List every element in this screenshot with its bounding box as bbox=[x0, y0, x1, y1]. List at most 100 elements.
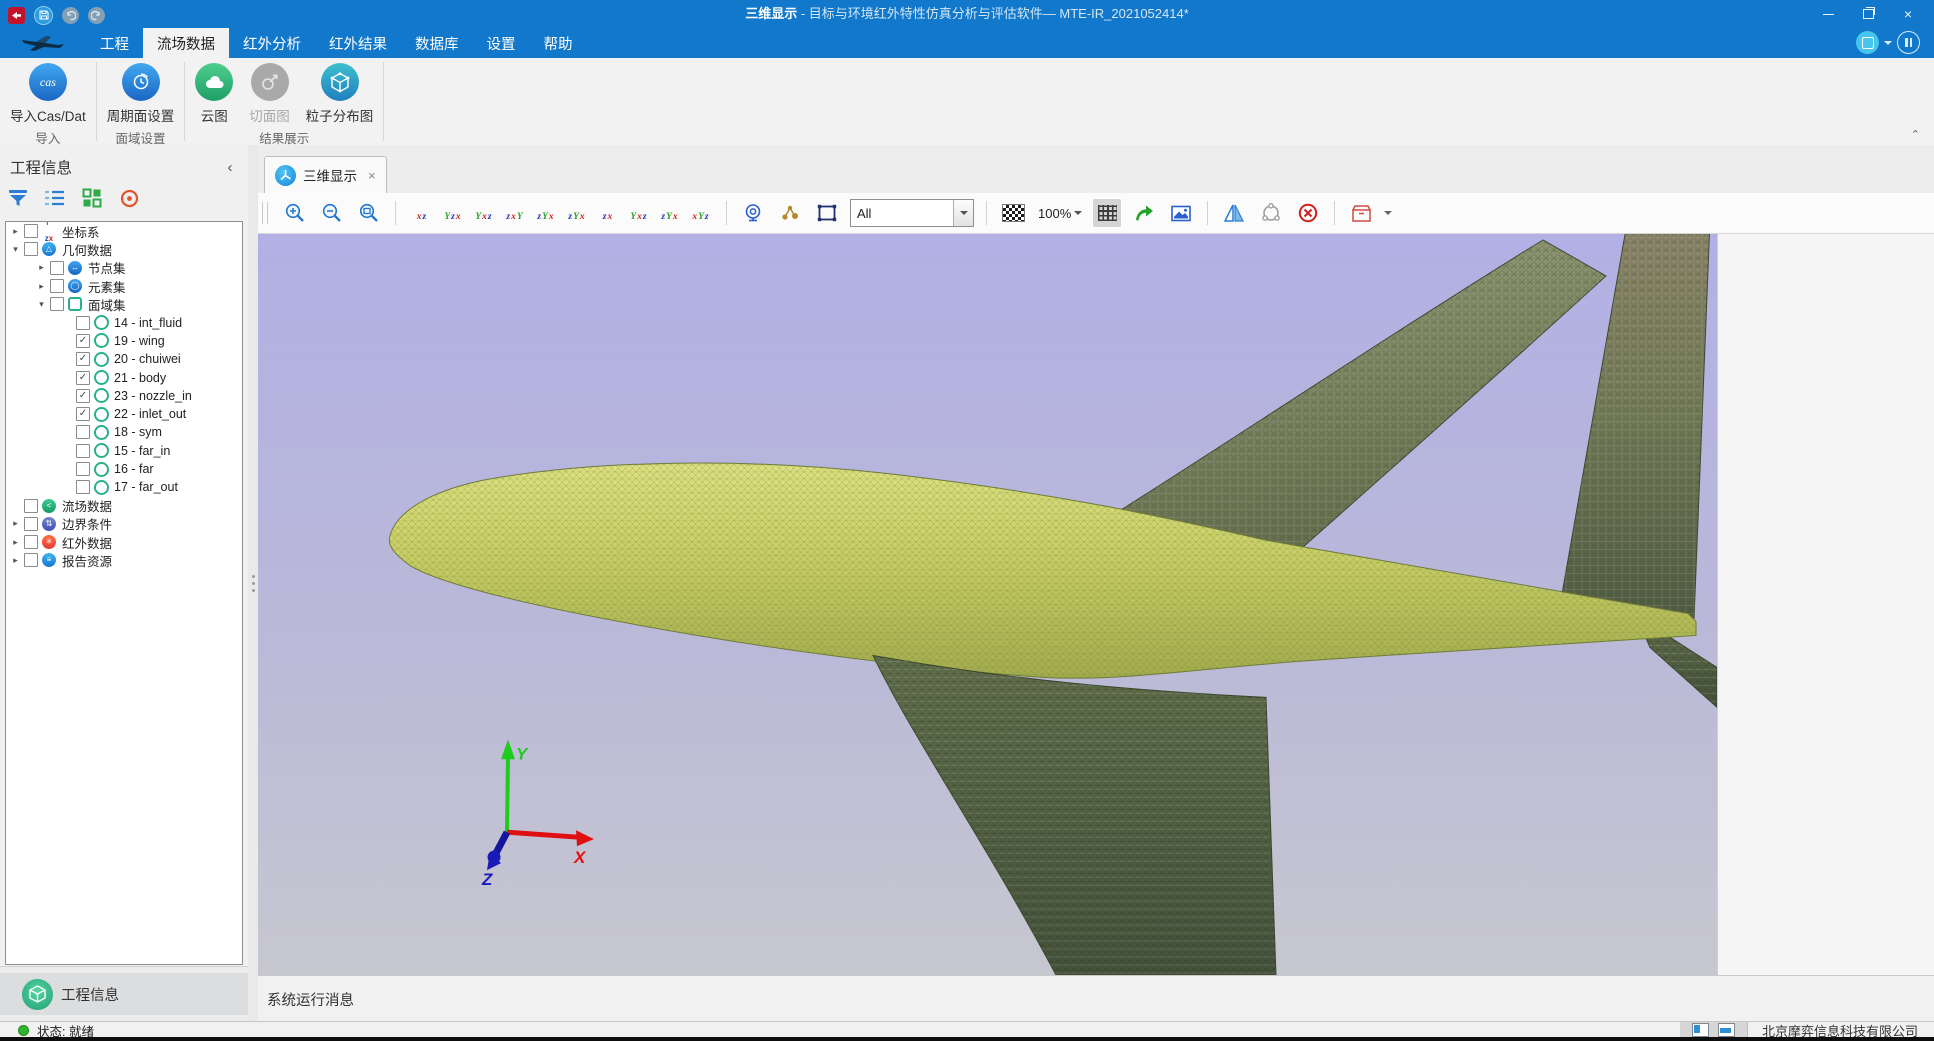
view-orientation-8-icon[interactable]: Yxz bbox=[625, 200, 652, 226]
archive-dropdown-icon[interactable] bbox=[1384, 211, 1392, 219]
zoom-out-icon[interactable] bbox=[318, 199, 346, 227]
tree-checkbox[interactable]: ✓ bbox=[76, 334, 90, 348]
menu-item-数据库[interactable]: 数据库 bbox=[401, 28, 473, 58]
tree-item[interactable]: 14 - int_fluid bbox=[6, 313, 242, 331]
tree-expander-icon[interactable]: ▾ bbox=[36, 299, 47, 310]
tree-item[interactable]: ✓19 - wing bbox=[6, 332, 242, 350]
menu-item-设置[interactable]: 设置 bbox=[473, 28, 530, 58]
menu-item-流场数据[interactable]: 流场数据 bbox=[143, 28, 229, 58]
tree-item[interactable]: 17 - far_out bbox=[6, 478, 242, 496]
tree-item[interactable]: ✓20 - chuiwei bbox=[6, 350, 242, 368]
tree-checkbox[interactable] bbox=[24, 517, 38, 531]
snapshot-image-icon[interactable] bbox=[1167, 199, 1195, 227]
zoom-in-icon[interactable] bbox=[281, 199, 309, 227]
layout-toggle-bottom-icon[interactable] bbox=[1718, 1023, 1735, 1037]
combo-dropdown-icon[interactable] bbox=[953, 200, 973, 226]
tree-expander-icon[interactable]: ▸ bbox=[36, 281, 47, 292]
view-orientation-5-icon[interactable]: zYx bbox=[532, 200, 559, 226]
ribbon-collapse-button[interactable]: ⌃ bbox=[1911, 128, 1920, 141]
list-view-icon[interactable] bbox=[43, 186, 67, 210]
mesh-grid-toggle-icon[interactable] bbox=[1093, 199, 1121, 227]
tree-expander-icon[interactable]: ▸ bbox=[10, 555, 21, 566]
window-minimize-button[interactable] bbox=[1808, 0, 1848, 28]
viewport-3d[interactable]: Y X Z bbox=[258, 234, 1717, 975]
filter-icon[interactable] bbox=[6, 186, 30, 210]
panel-collapse-button[interactable]: ‹ bbox=[222, 159, 238, 176]
tree-checkbox[interactable] bbox=[76, 425, 90, 439]
menu-item-红外结果[interactable]: 红外结果 bbox=[315, 28, 401, 58]
tree-expander-icon[interactable]: ▾ bbox=[10, 244, 21, 255]
grid-view-icon[interactable] bbox=[80, 186, 104, 210]
import-cas-dat-button[interactable]: cas导入Cas/Dat bbox=[2, 63, 94, 125]
menu-item-帮助[interactable]: 帮助 bbox=[530, 28, 587, 58]
tree-item[interactable]: ✓23 - nozzle_in bbox=[6, 387, 242, 405]
view-orientation-3-icon[interactable]: Yxz bbox=[470, 200, 497, 226]
mirror-icon[interactable] bbox=[1220, 199, 1248, 227]
tree-item[interactable]: ▸⇅边界条件 bbox=[6, 515, 242, 533]
particle-distribution-button[interactable]: 粒子分布图 bbox=[298, 63, 382, 125]
tab-3d-display[interactable]: 三维显示 × bbox=[264, 156, 387, 193]
view-orientation-2-icon[interactable]: Yzx bbox=[439, 200, 466, 226]
tree-item[interactable]: ▸✳红外数据 bbox=[6, 533, 242, 551]
tree-item[interactable]: ▾面域集 bbox=[6, 295, 242, 313]
tree-checkbox[interactable] bbox=[50, 279, 64, 293]
tree-item[interactable]: ▸Yzx坐标系 bbox=[6, 222, 242, 240]
particle-nodes-icon[interactable] bbox=[776, 199, 804, 227]
tree-item[interactable]: ▸◯元素集 bbox=[6, 277, 242, 295]
tree-item[interactable]: ▸≡报告资源 bbox=[6, 551, 242, 569]
tree-item[interactable]: 15 - far_in bbox=[6, 442, 242, 460]
tree-expander-icon[interactable]: ▸ bbox=[36, 262, 47, 273]
undo-icon[interactable] bbox=[62, 7, 79, 24]
panel-splitter[interactable] bbox=[248, 145, 258, 1021]
zoom-fit-icon[interactable] bbox=[355, 199, 383, 227]
tree-expander-icon[interactable]: ▸ bbox=[10, 226, 21, 237]
tree-item[interactable]: 18 - sym bbox=[6, 423, 242, 441]
tree-checkbox[interactable] bbox=[24, 242, 38, 256]
app-logo-icon[interactable] bbox=[8, 7, 25, 24]
tree-checkbox[interactable] bbox=[24, 553, 38, 567]
layout-toggle-left-icon[interactable] bbox=[1692, 1023, 1709, 1037]
view-orientation-10-icon[interactable]: xYz bbox=[687, 200, 714, 226]
smooth-nodes-icon[interactable] bbox=[1257, 199, 1285, 227]
tree-checkbox[interactable] bbox=[50, 297, 64, 311]
tree-checkbox[interactable]: ✓ bbox=[76, 371, 90, 385]
tree-item[interactable]: ▾△几何数据 bbox=[6, 240, 242, 258]
view-orientation-7-icon[interactable]: zx bbox=[594, 200, 621, 226]
window-close-button[interactable]: × bbox=[1888, 0, 1928, 28]
tree-item[interactable]: ✓22 - inlet_out bbox=[6, 405, 242, 423]
periodic-face-settings-button[interactable]: 周期面设置 bbox=[99, 63, 183, 125]
share-arrow-icon[interactable] bbox=[1130, 199, 1158, 227]
tree-checkbox[interactable] bbox=[76, 462, 90, 476]
tree-checkbox[interactable] bbox=[24, 535, 38, 549]
tab-close-icon[interactable]: × bbox=[368, 168, 376, 183]
tree-expander-icon[interactable]: ▸ bbox=[10, 537, 21, 548]
tree-expander-icon[interactable]: ▸ bbox=[10, 518, 21, 529]
window-restore-button[interactable] bbox=[1848, 0, 1888, 28]
view-orientation-1-icon[interactable]: xz bbox=[408, 200, 435, 226]
redo-icon[interactable] bbox=[88, 7, 105, 24]
tree-item[interactable]: ✓21 - body bbox=[6, 368, 242, 386]
view-orientation-6-icon[interactable]: zYx bbox=[563, 200, 590, 226]
contour-cloud-button[interactable]: 云图 bbox=[187, 63, 241, 125]
help-book-icon[interactable] bbox=[1897, 31, 1920, 54]
tree-checkbox[interactable]: ✓ bbox=[76, 352, 90, 366]
display-filter-select[interactable]: All bbox=[850, 199, 974, 227]
tree-checkbox[interactable]: ✓ bbox=[76, 407, 90, 421]
view-orientation-9-icon[interactable]: zYx bbox=[656, 200, 683, 226]
tree-checkbox[interactable] bbox=[24, 499, 38, 513]
quick-view-icon[interactable] bbox=[1856, 31, 1879, 54]
tree-checkbox[interactable] bbox=[50, 261, 64, 275]
toolbar-grip[interactable] bbox=[262, 202, 268, 224]
camera-view-icon[interactable] bbox=[739, 199, 767, 227]
box-select-icon[interactable] bbox=[813, 199, 841, 227]
tree-checkbox[interactable] bbox=[76, 480, 90, 494]
zoom-level-select[interactable]: 100% bbox=[1036, 206, 1084, 221]
save-icon[interactable] bbox=[34, 6, 53, 25]
transparency-checker-icon[interactable] bbox=[999, 199, 1027, 227]
menu-item-工程[interactable]: 工程 bbox=[86, 28, 143, 58]
tree-checkbox[interactable] bbox=[24, 224, 38, 238]
tree-checkbox[interactable]: ✓ bbox=[76, 389, 90, 403]
project-info-bottom-tab[interactable]: 工程信息 bbox=[0, 973, 248, 1015]
view-orientation-4-icon[interactable]: zxY bbox=[501, 200, 528, 226]
tree-item[interactable]: 16 - far bbox=[6, 460, 242, 478]
